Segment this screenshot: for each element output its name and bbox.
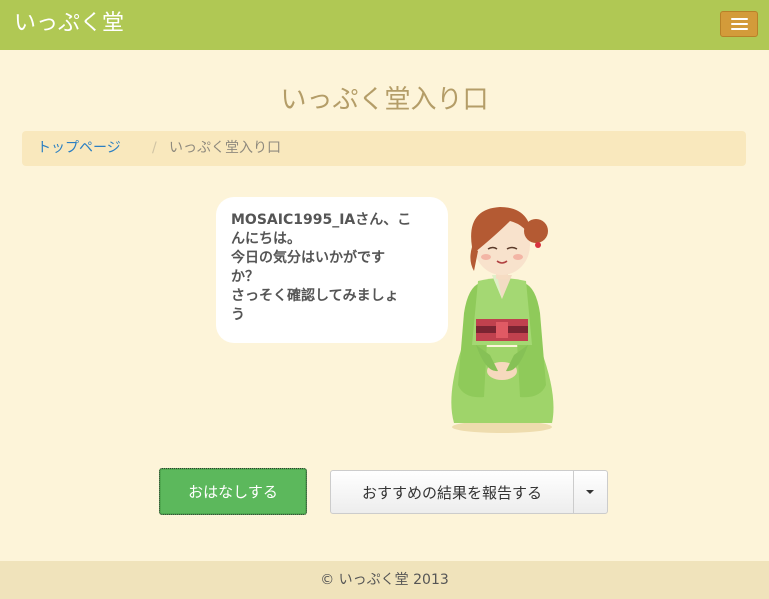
page-title: いっぷく堂入り口 <box>280 85 489 115</box>
breadcrumb: トップページ / いっぷく堂入り口 <box>22 131 746 166</box>
breadcrumb-current: いっぷく堂入り口 <box>169 140 281 156</box>
greeting-speech-bubble: MOSAIC1995_IAさん、こ んにちは。 今日の気分はいかがです か？ さ… <box>216 197 448 343</box>
hamburger-menu-icon-bar <box>731 23 748 25</box>
report-button-group: おすすめの結果を報告する <box>330 470 608 514</box>
brand-logo[interactable]: いっぷく堂 <box>14 9 124 39</box>
hamburger-menu-icon-bar <box>731 28 748 30</box>
hamburger-menu-icon <box>731 18 748 20</box>
report-dropdown-toggle[interactable] <box>574 471 607 513</box>
menu-toggle-button[interactable] <box>720 11 758 37</box>
caret-down-icon <box>586 490 594 494</box>
kimono-girl-illustration <box>451 207 554 433</box>
report-results-button[interactable]: おすすめの結果を報告する <box>331 471 573 513</box>
breadcrumb-separator: / <box>152 140 157 156</box>
talk-button[interactable]: おはなしする <box>159 468 307 515</box>
copyright-text: © いっぷく堂 2013 <box>320 572 449 588</box>
navbar: いっぷく堂 <box>0 0 769 50</box>
breadcrumb-home-link[interactable]: トップページ <box>37 131 121 166</box>
footer: © いっぷく堂 2013 <box>0 561 769 599</box>
